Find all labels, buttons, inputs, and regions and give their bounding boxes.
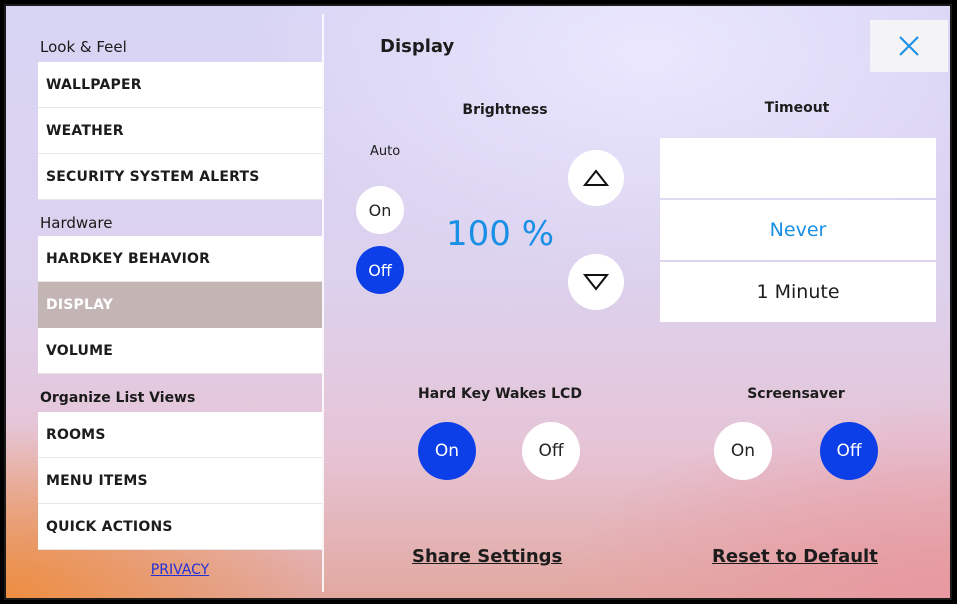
sidebar-item-weather[interactable]: WEATHER	[38, 108, 322, 154]
sidebar-item-security-system-alerts[interactable]: SECURITY SYSTEM ALERTS	[38, 154, 322, 200]
app-window: Look & Feel WALLPAPER WEATHER SECURITY S…	[4, 4, 952, 600]
sidebar-item-hardkey-behavior[interactable]: HARDKEY BEHAVIOR	[38, 236, 322, 282]
share-settings-button[interactable]: Share Settings	[412, 546, 562, 567]
panel-divider	[322, 14, 324, 592]
page-title: Display	[380, 36, 455, 57]
timeout-option-never[interactable]: Never	[660, 200, 936, 260]
hard-key-wakes-lcd-label: Hard Key Wakes LCD	[418, 386, 582, 402]
hard-key-on-button[interactable]: On	[418, 422, 476, 480]
close-x-icon	[899, 36, 919, 56]
sidebar-item-wallpaper[interactable]: WALLPAPER	[38, 62, 322, 108]
sidebar-item-volume[interactable]: VOLUME	[38, 328, 322, 374]
section-look-and-feel: Look & Feel	[40, 38, 127, 56]
triangle-down-icon	[583, 274, 609, 291]
brightness-value: 100 %	[446, 214, 555, 254]
screensaver-off-button[interactable]: Off	[820, 422, 878, 480]
auto-on-button[interactable]: On	[356, 186, 404, 234]
section-hardware: Hardware	[40, 214, 113, 232]
reset-to-default-button[interactable]: Reset to Default	[712, 546, 878, 567]
hard-key-off-button[interactable]: Off	[522, 422, 580, 480]
close-button[interactable]	[870, 20, 948, 72]
section-organize-list-views: Organize List Views	[40, 390, 196, 406]
timeout-picker[interactable]: Never 1 Minute	[660, 138, 936, 322]
privacy-link[interactable]: PRIVACY	[38, 562, 322, 578]
timeout-option-empty[interactable]	[660, 138, 936, 198]
triangle-up-icon	[583, 169, 609, 186]
screensaver-label: Screensaver	[747, 386, 845, 402]
sidebar-item-menu-items[interactable]: MENU ITEMS	[38, 458, 322, 504]
screensaver-on-button[interactable]: On	[714, 422, 772, 480]
timeout-label: Timeout	[764, 100, 830, 116]
brightness-up-button[interactable]	[568, 150, 624, 206]
settings-sidebar: Look & Feel WALLPAPER WEATHER SECURITY S…	[6, 6, 322, 598]
timeout-option-1-minute[interactable]: 1 Minute	[660, 262, 936, 322]
sidebar-item-quick-actions[interactable]: QUICK ACTIONS	[38, 504, 322, 550]
brightness-down-button[interactable]	[568, 254, 624, 310]
sidebar-item-rooms[interactable]: ROOMS	[38, 412, 322, 458]
sidebar-item-display[interactable]: DISPLAY	[38, 282, 322, 328]
brightness-label: Brightness	[462, 102, 548, 118]
auto-label: Auto	[370, 144, 401, 159]
auto-off-button[interactable]: Off	[356, 246, 404, 294]
